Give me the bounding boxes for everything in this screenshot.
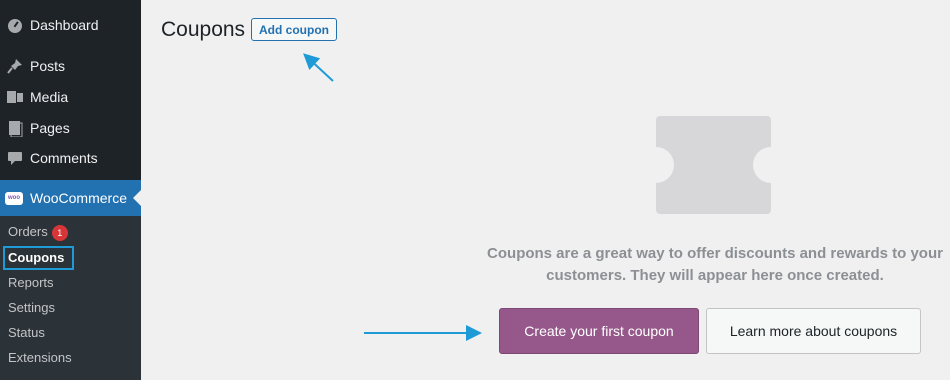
sidebar-item-label: Dashboard [30,17,99,33]
dashboard-icon [6,16,24,34]
sidebar-item-label: Pages [30,120,70,136]
submenu-item-orders[interactable]: Orders 1 [8,222,68,242]
submenu-item-label: Extensions [8,350,72,365]
submenu-item-label: Orders [8,224,48,239]
woocommerce-logo-icon: woo [5,191,23,205]
sidebar-item-posts[interactable]: Posts [0,51,141,81]
sidebar-item-dashboard[interactable]: Dashboard [0,10,141,40]
pin-icon [6,57,24,75]
admin-sidebar: Dashboard Posts Media Pages Comments woo… [0,0,141,380]
sidebar-item-label: Media [30,89,69,105]
coupons-highlight-box [3,246,74,270]
empty-state-message: Coupons are a great way to offer discoun… [487,245,943,284]
sidebar-item-woocommerce[interactable]: woo WooCommerce [0,180,141,216]
submenu-item-status[interactable]: Status [8,323,45,343]
submenu-item-label: Status [8,325,45,340]
orders-count-badge: 1 [51,224,68,241]
coupon-ticket-icon [656,116,771,219]
create-first-coupon-button[interactable]: Create your first coupon [499,308,699,354]
sidebar-item-media[interactable]: Media [0,82,141,112]
add-coupon-button[interactable]: Add coupon [251,18,337,41]
pages-icon [6,119,24,137]
media-icon [6,88,24,106]
submenu-item-label: Settings [8,300,55,315]
submenu-item-extensions[interactable]: Extensions [8,348,72,368]
sidebar-item-label: Comments [30,150,98,166]
learn-more-coupons-button[interactable]: Learn more about coupons [706,308,921,354]
sidebar-item-label: WooCommerce [30,190,127,206]
submenu-item-reports[interactable]: Reports [8,273,54,293]
submenu-item-label: Reports [8,275,54,290]
woocommerce-submenu: Orders 1 Coupons Reports Settings Status … [0,216,141,380]
sidebar-item-comments[interactable]: Comments [0,143,141,173]
sidebar-item-label: Posts [30,58,66,74]
sidebar-item-pages[interactable]: Pages [0,113,141,143]
page-title: Coupons [161,18,246,41]
comment-icon [6,149,24,167]
submenu-item-settings[interactable]: Settings [8,298,55,318]
arrow-to-add-coupon [303,53,334,82]
